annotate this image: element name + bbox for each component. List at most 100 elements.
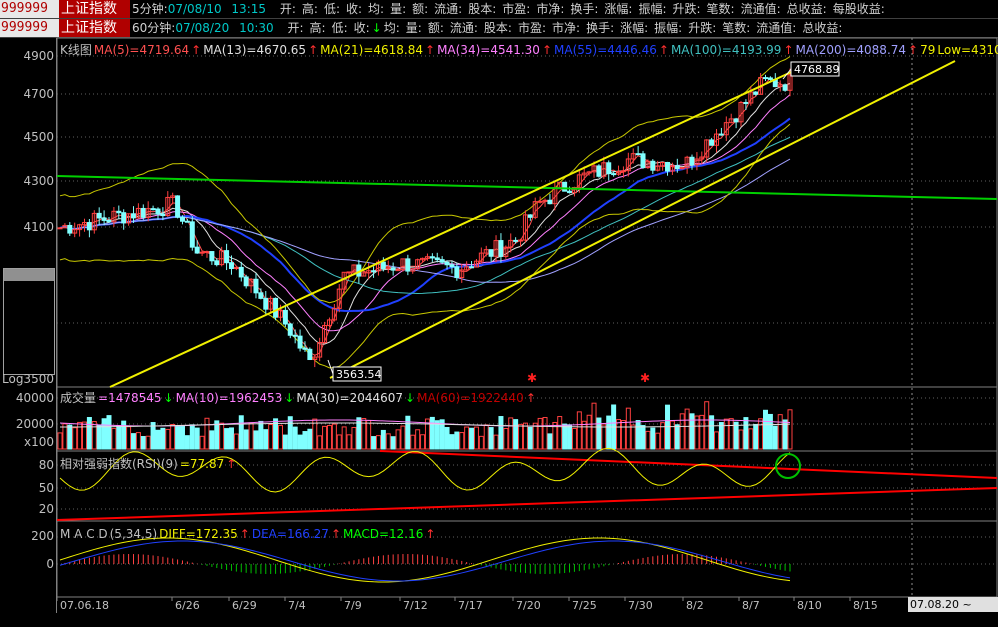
candle-body [449,264,455,268]
candle-body [562,181,568,192]
volume-bar [420,434,426,450]
volume-bar [410,434,416,450]
volume-bar [498,416,504,450]
candle-body [160,213,166,217]
ma-value: MA(5)=4719.64 [93,43,190,57]
rsi-resistance-line [379,450,998,479]
up-arrow-icon: ↑ [330,527,341,541]
low-price-label: 3563.54 [336,368,382,381]
volume-bar [62,423,68,450]
volume-bar [674,424,680,450]
time-range-box: 07.08.20 ~ 10:30 [908,597,998,626]
volume-bar [772,425,778,450]
candle-body [179,216,185,222]
volume-bar [371,436,377,450]
candle-body [488,249,494,257]
candle-body [782,84,788,91]
candle-body [567,190,573,194]
volume-ma-value: MA(10)=1962453 [175,391,283,405]
volume-bar [209,430,215,450]
volume-bar [429,416,435,450]
volume-bar [473,426,479,450]
candle-body [155,208,161,215]
volume-bar [395,429,401,450]
up-arrow-icon: ↑ [239,527,250,541]
volume-bar [542,417,548,450]
volume-bar [630,424,636,450]
volume-bar [243,429,249,450]
volume-bar [753,423,759,450]
volume-bar [767,413,773,450]
macd-params: (5,34,5) [109,527,158,541]
volume-bar [126,426,132,450]
volume-bar [620,420,626,450]
down-arrow-icon: ↓ [284,391,295,405]
volume-bar [748,428,754,450]
volume-bar [380,429,386,450]
x-tick-label: 8/15 [853,599,878,612]
candle-body [743,101,749,104]
volume-bar [571,427,577,450]
volume-bar [728,418,734,450]
volume-bar [513,419,519,450]
up-arrow-icon: ↑ [191,43,202,57]
volume-bar [175,425,181,450]
volume-bar [405,415,411,450]
up-arrow-icon: ↑ [425,527,436,541]
ma-value: MA(13)=4670.65 [203,43,307,57]
volume-bar [219,422,225,450]
candle-body [527,214,533,218]
volume-bar [464,426,470,450]
candle-body [405,258,411,272]
candle-body [606,162,612,175]
volume-bar [307,428,313,450]
volume-bar [199,435,205,450]
candle-body [547,199,553,205]
candle-body [513,239,519,242]
up-arrow-icon: ↑ [541,43,552,57]
macd-legend: M A C D (5,34,5) DIFF=172.35 ↑ DEA=166.27 ↑ MA… [60,527,437,541]
volume-bar [302,431,308,450]
volume-bar [72,427,78,450]
candle-body [238,266,244,278]
stock-chart[interactable]: 4768.89 3563.54 ✱ ✱ 07.06.18 6/26 6/29 7/4 7/9 7… [0,0,998,613]
candle-body [679,167,685,170]
candle-body [380,261,386,270]
volume-bar [532,422,538,450]
volume-bar [640,425,646,450]
volume-bar [787,409,793,450]
candle-body [199,251,205,254]
x-tick-label: 7/20 [516,599,541,612]
x-tick-label: 7/9 [344,599,362,612]
volume-bar [282,434,288,450]
candle-body [258,292,264,299]
volume-bar [576,411,582,450]
volume-bar [224,428,230,450]
up-arrow-icon: ↑ [658,43,669,57]
volume-bar [537,417,543,450]
volume-bar [366,419,372,450]
x-tick-label: 8/7 [742,599,760,612]
star-marker: ✱ [527,371,537,385]
volume-bar [679,413,685,450]
volume-bar [160,427,166,450]
kline-legend: K线图 MA(5)=4719.64 ↑ MA(13)=4670.65 ↑ MA(21)=4… [60,41,998,58]
macd-diff-line [59,537,791,583]
kline-title: K线图 [60,43,92,57]
volume-bar [101,418,107,450]
x-tick-label: 7/17 [458,599,483,612]
volume-bar [547,433,553,450]
volume-bar [331,423,337,450]
ma-value: 79 [920,43,936,57]
volume-ma-value: MA(60)=1922440 [417,391,524,405]
volume-bar [478,435,484,450]
candle-body [718,133,724,136]
macd-dea-line [59,540,791,582]
candle-body [635,153,641,156]
volume-bar [718,422,724,450]
volume-bar [57,432,63,450]
volume-bar [194,427,200,450]
candle-body [106,219,112,223]
candle-body [121,212,127,224]
candle-body [689,156,695,166]
